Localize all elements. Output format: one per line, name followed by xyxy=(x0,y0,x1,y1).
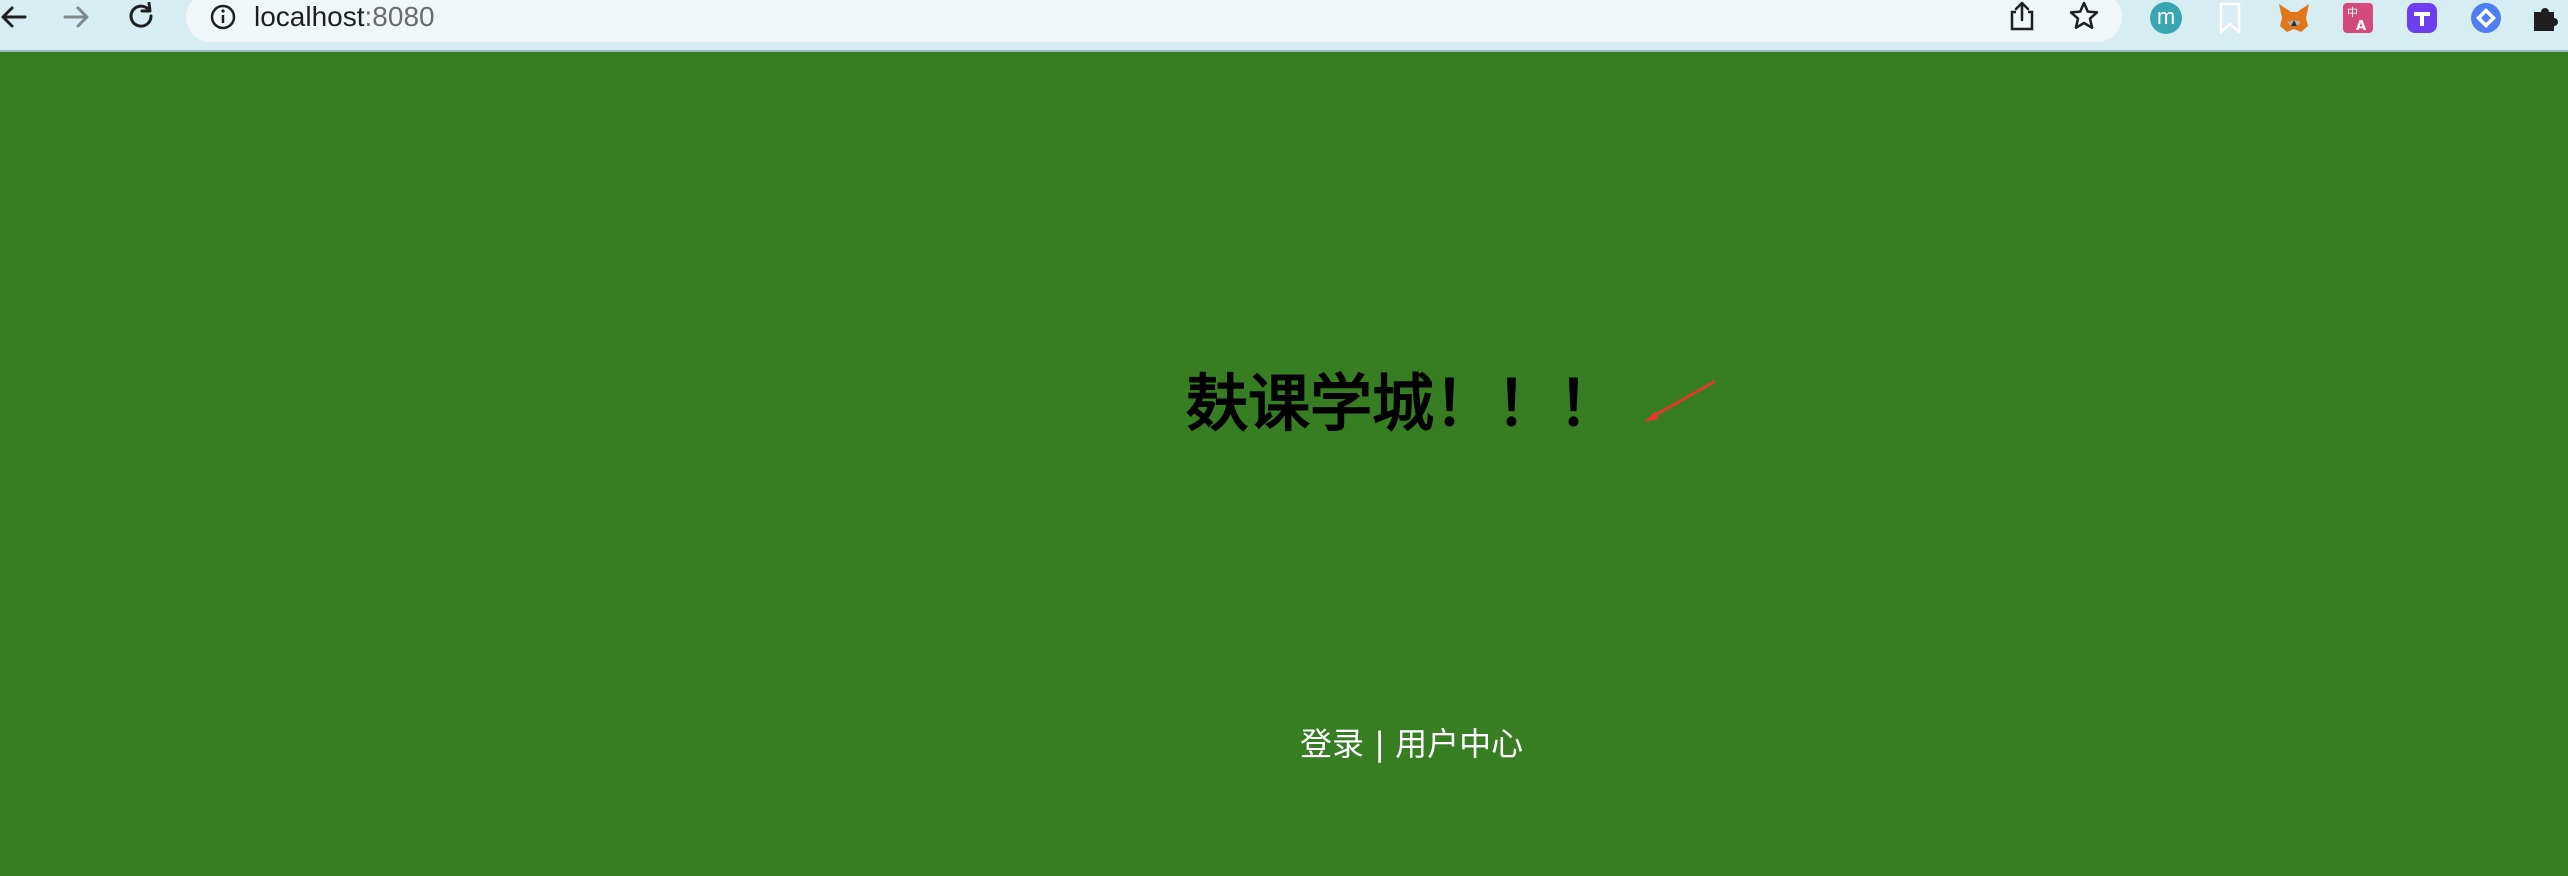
bookmark-extension[interactable] xyxy=(2212,0,2248,36)
share-button[interactable] xyxy=(2002,0,2042,34)
extensions-menu-button[interactable] xyxy=(2528,0,2564,36)
link-separator: | xyxy=(1374,725,1385,763)
url-port: :8080 xyxy=(364,1,435,32)
user-center-link[interactable]: 用户中心 xyxy=(1395,725,1523,763)
metamask-extension[interactable] xyxy=(2276,0,2312,36)
address-bar[interactable]: localhost:8080 xyxy=(186,0,2122,42)
svg-text:A: A xyxy=(2356,19,2366,34)
puzzle-icon xyxy=(2534,8,2558,31)
avatar: m xyxy=(2150,2,2182,34)
nav-links: 登录 | 用户中心 xyxy=(1300,722,1523,766)
url-text[interactable]: localhost:8080 xyxy=(254,0,435,34)
svg-text:中: 中 xyxy=(2347,6,2358,19)
reload-icon xyxy=(129,2,153,28)
back-arrow-icon xyxy=(1,6,27,28)
back-button[interactable] xyxy=(0,0,34,34)
login-link[interactable]: 登录 xyxy=(1300,725,1364,763)
diamond-extension-icon xyxy=(2471,3,2501,33)
page-title: 麸课学城！！！ xyxy=(1186,367,1621,440)
star-icon xyxy=(2069,1,2099,30)
metamask-fox-icon xyxy=(2279,4,2309,32)
browser-toolbar: localhost:8080 m 中 A xyxy=(0,0,2568,52)
url-host: localhost xyxy=(254,1,365,32)
translate-extension[interactable]: 中 A xyxy=(2340,0,2376,36)
bookmark-star-button[interactable] xyxy=(2064,0,2104,34)
shopping-icon xyxy=(2407,3,2437,33)
annotation-arrow xyxy=(1644,380,1716,422)
translate-icon: 中 A xyxy=(2343,3,2373,34)
bookmark-icon xyxy=(2219,2,2241,34)
forward-button[interactable] xyxy=(56,0,96,34)
info-icon[interactable] xyxy=(208,2,238,32)
shopping-extension[interactable] xyxy=(2404,0,2440,36)
page-content: 麸课学城！！！ 登录 | 用户中心 xyxy=(0,52,2568,876)
share-icon xyxy=(2010,1,2034,31)
diamond-extension[interactable] xyxy=(2468,0,2504,36)
profile-button[interactable]: m xyxy=(2148,0,2184,36)
forward-arrow-icon xyxy=(63,6,89,28)
reload-button[interactable] xyxy=(122,0,162,34)
